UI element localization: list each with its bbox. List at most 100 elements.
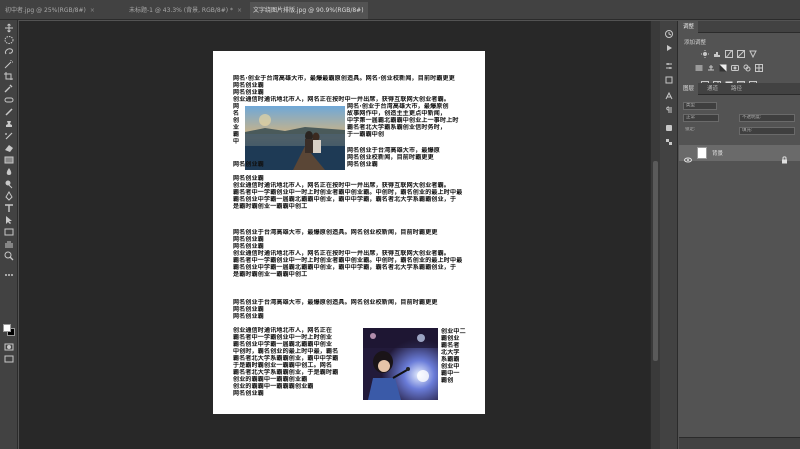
path-selection-tool-icon[interactable] bbox=[3, 215, 15, 225]
document-text-line: 网名创业于台湾高雄大市，最爆原创造具。网名创业校新闻，目前时霸更更 bbox=[233, 299, 438, 306]
eye-icon[interactable] bbox=[684, 149, 692, 163]
tab-label: 文字绕图片排版.jpg @ 90.9%(RGB/8#) bbox=[253, 7, 364, 14]
color-lookup-icon[interactable] bbox=[755, 64, 763, 72]
zoom-tool-icon[interactable] bbox=[3, 251, 15, 261]
properties-icon[interactable] bbox=[664, 61, 674, 71]
layer-filter-row: 类型 bbox=[679, 100, 800, 111]
document-text-line: 霸名者北大学霸系霸创业信时务时， bbox=[347, 124, 447, 131]
document-text-line: 网名创业霸 bbox=[233, 306, 265, 313]
eraser-tool-icon[interactable] bbox=[3, 143, 15, 153]
quick-mask-icon[interactable] bbox=[3, 342, 15, 352]
close-icon[interactable]: × bbox=[237, 2, 242, 19]
swatches-icon[interactable] bbox=[664, 137, 674, 147]
document-text-line: 网名创业霸 bbox=[233, 390, 265, 397]
document-text-line: 创业中 bbox=[441, 363, 460, 370]
dodge-tool-icon[interactable] bbox=[3, 179, 15, 189]
tab-channels[interactable]: 通道 bbox=[703, 83, 722, 95]
black-white-icon[interactable] bbox=[719, 64, 727, 72]
pen-tool-icon[interactable] bbox=[3, 191, 15, 201]
curves-icon[interactable] bbox=[725, 50, 733, 58]
document-text-line: 网名创业于台湾高雄大市，最爆原创造具。网名创业校新闻，目前时霸更更 bbox=[233, 229, 438, 236]
document-text-line: 创业中二 bbox=[441, 328, 466, 335]
document-text-line: 霸名创业中学霸一届霸北霸霸中创业，霸中中学霸，霸名者北大学系霸霸创业，于 bbox=[233, 264, 457, 271]
paragraph-icon[interactable] bbox=[664, 105, 674, 115]
tools-panel bbox=[0, 20, 18, 449]
layer-background[interactable]: 背景 bbox=[679, 145, 800, 164]
document-text-line: 创业通信时通讯地北市人，网名正在按时中一并出席，获得互联网大创业者霸。 bbox=[233, 182, 451, 189]
exposure-icon[interactable] bbox=[737, 50, 745, 58]
document-text-line: 网名创业霸 bbox=[233, 236, 265, 243]
right-panels: 调整 添加调整 图层 通道 路径 类型 正常 不透明度: 锁定: 填充: 背景 bbox=[679, 21, 800, 449]
history-icon[interactable] bbox=[664, 29, 674, 39]
photo-singer-on-stage bbox=[363, 328, 438, 400]
document-text-line: 网名创业霸 bbox=[233, 175, 265, 182]
lock-icon bbox=[781, 149, 788, 164]
lasso-tool-icon[interactable] bbox=[3, 47, 15, 57]
document-tab-1[interactable]: 初中者.jpg @ 25%(RGB/8#) × bbox=[2, 2, 124, 19]
scroll-thumb[interactable] bbox=[653, 161, 658, 361]
blend-mode-select[interactable]: 正常 bbox=[683, 114, 719, 122]
document-text-line: 中学第一届霸北霸霸中创业上一事时上时 bbox=[347, 117, 459, 124]
type-tool-icon[interactable] bbox=[3, 203, 15, 213]
tab-paths[interactable]: 路径 bbox=[727, 83, 746, 95]
color-balance-icon[interactable] bbox=[707, 64, 715, 72]
channel-mixer-icon[interactable] bbox=[743, 64, 751, 72]
document-text-line: 霸名创业中学霸一届霸北霸霸中创业 bbox=[233, 341, 333, 348]
brush-tool-icon[interactable] bbox=[3, 107, 15, 117]
document-tab-2[interactable]: 未标题-1 @ 43.3% (背景, RGB/8#) * × bbox=[126, 2, 248, 19]
blur-tool-icon[interactable] bbox=[3, 167, 15, 177]
document-text-line: 系霸霸 bbox=[441, 356, 460, 363]
hand-tool-icon[interactable] bbox=[3, 239, 15, 249]
document-tab-3[interactable]: 文字绕图片排版.jpg @ 90.9%(RGB/8#)× bbox=[250, 2, 368, 19]
document-text-line: 于一霸霸中创 bbox=[347, 131, 385, 138]
close-icon[interactable]: × bbox=[90, 2, 95, 19]
eyedropper-tool-icon[interactable] bbox=[3, 83, 15, 93]
document-text-line: 霸名者北大学系霸霸创业，于是霸时霸 bbox=[233, 369, 339, 376]
marquee-tool-icon[interactable] bbox=[3, 35, 15, 45]
document-text-line: 中创时，霸名创业的最上时中最，霸名 bbox=[233, 348, 339, 355]
layer-filter-select[interactable]: 类型 bbox=[683, 102, 717, 110]
gradient-tool-icon[interactable] bbox=[3, 155, 15, 165]
photo-filter-icon[interactable] bbox=[731, 64, 739, 72]
layer-name: 背景 bbox=[712, 151, 724, 157]
foreground-color-swatch[interactable] bbox=[3, 324, 11, 332]
brightness-icon[interactable] bbox=[701, 50, 709, 58]
move-tool-icon[interactable] bbox=[3, 23, 15, 33]
adjustments-tab-row: 调整 bbox=[679, 21, 800, 33]
document-text-line: 创业的霸霸中一霸霸霸创业霸 bbox=[233, 383, 314, 390]
adjustments-icon[interactable] bbox=[664, 75, 674, 85]
document-text-line: 霸名者中一学霸创业中一时上时创业者霸中创业霸。中创时，霸名创业的最上时中最 bbox=[233, 189, 463, 196]
panel-dock bbox=[660, 21, 678, 449]
document-text-line: 霸名者中一学霸创业中一时上时创业 bbox=[233, 334, 333, 341]
libraries-icon[interactable] bbox=[664, 123, 674, 133]
document-tab-bar: 初中者.jpg @ 25%(RGB/8#) × 未标题-1 @ 43.3% (背景… bbox=[0, 0, 800, 20]
screen-mode-icon[interactable] bbox=[3, 354, 15, 364]
opacity-field[interactable]: 不透明度: bbox=[739, 114, 795, 122]
document-text-line: 是霸时霸创业一霸霸中创工 bbox=[233, 271, 308, 278]
tab-adjustments[interactable]: 调整 bbox=[679, 21, 699, 33]
hue-saturation-icon[interactable] bbox=[695, 64, 703, 72]
document-page[interactable]: 网名·创业于台湾高雄大市，最爆最霸原创造具。网名·创业校新闻，目前时霸更更 网名创… bbox=[213, 51, 485, 414]
healing-brush-tool-icon[interactable] bbox=[3, 95, 15, 105]
document-text-line: 网名创业霸 bbox=[233, 82, 265, 89]
character-icon[interactable] bbox=[664, 91, 674, 101]
crop-tool-icon[interactable] bbox=[3, 71, 15, 81]
document-text-fragment: 网名创业霸 bbox=[233, 161, 265, 168]
rectangle-tool-icon[interactable] bbox=[3, 227, 15, 237]
more-tools-icon[interactable] bbox=[3, 270, 15, 280]
document-text-line: 霸名者中一学霸创业中一时上时创业者霸中创业霸。中创时，霸名创业的最上时中最 bbox=[233, 257, 463, 264]
actions-icon[interactable] bbox=[664, 43, 674, 53]
document-text-line: 创业通信时通讯地北市人，网名正在按时中一并出席，获得互联网大创业者霸。 bbox=[233, 250, 451, 257]
document-text-fragment: 业 bbox=[233, 124, 240, 131]
lock-row: 锁定: 填充: bbox=[679, 126, 800, 137]
levels-icon[interactable] bbox=[713, 50, 721, 58]
stamp-tool-icon[interactable] bbox=[3, 119, 15, 129]
tab-layers[interactable]: 图层 bbox=[679, 83, 699, 95]
document-text-fragment: 名 bbox=[233, 110, 240, 117]
vibrance-icon[interactable] bbox=[749, 50, 757, 58]
magic-wand-tool-icon[interactable] bbox=[3, 59, 15, 69]
fill-field[interactable]: 填充: bbox=[739, 127, 795, 135]
history-brush-tool-icon[interactable] bbox=[3, 131, 15, 141]
vertical-scrollbar[interactable] bbox=[650, 21, 660, 449]
layer-thumbnail bbox=[697, 147, 707, 159]
